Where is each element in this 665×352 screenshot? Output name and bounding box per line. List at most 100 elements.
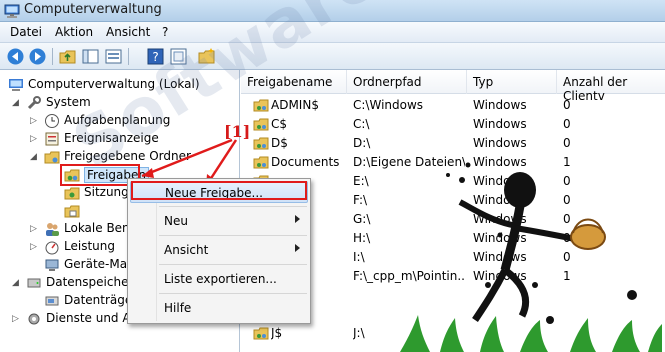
table-row[interactable]: Documents D:\Eigene Dateien\... Windows 1 — [241, 153, 665, 172]
cell-freigabename: D$ — [271, 136, 288, 150]
system-tools-icon — [27, 96, 41, 110]
cell-ordnerpfad: F:\ — [353, 193, 368, 207]
table-row[interactable]: C$ C:\ Windows 0 — [241, 115, 665, 134]
cell-freigabename: Documents — [271, 155, 340, 169]
cell-anzahl: 0 — [563, 174, 571, 188]
cell-typ: Windows — [473, 155, 527, 169]
cell-typ: Windows — [473, 231, 527, 245]
window-title: Computerverwaltung — [24, 2, 162, 17]
menu-help[interactable]: ? — [162, 25, 168, 39]
properties-icon[interactable] — [169, 47, 188, 66]
device-manager-icon — [45, 259, 59, 271]
cell-typ: Windows — [473, 193, 527, 207]
forward-arrow-icon[interactable] — [28, 47, 47, 66]
performance-icon — [45, 241, 59, 255]
share-icon — [253, 118, 269, 131]
column-header-typ[interactable]: Typ — [467, 70, 557, 94]
users-icon — [46, 223, 59, 236]
share-icon — [253, 137, 269, 150]
submenu-arrow-icon — [295, 215, 300, 223]
menu-bar: Datei Aktion Ansicht ? — [0, 22, 665, 43]
svg-text:?: ? — [152, 50, 158, 64]
tree-item-root[interactable]: Computerverwaltung (Lokal) — [0, 76, 239, 94]
menu-separator — [159, 235, 307, 236]
up-folder-icon[interactable] — [58, 47, 77, 66]
table-row[interactable]: D$ D:\ Windows 0 — [241, 134, 665, 153]
menu-item-ansicht[interactable]: Ansicht — [130, 239, 308, 261]
shared-folder-icon — [44, 151, 60, 164]
column-header-anzahl[interactable]: Anzahl der Clientv — [557, 70, 665, 103]
expand-arrow-icon[interactable]: ▷ — [30, 134, 38, 144]
menu-separator — [159, 264, 307, 265]
cell-ordnerpfad: D:\ — [353, 136, 371, 150]
cell-typ: Windows — [473, 174, 527, 188]
tree-item-system[interactable]: ◢ System — [0, 94, 239, 112]
cell-ordnerpfad: C:\ — [353, 117, 370, 131]
help-icon[interactable]: ? — [146, 47, 165, 66]
computer-management-icon — [9, 79, 23, 91]
cell-anzahl: 0 — [563, 250, 571, 264]
cell-anzahl: 0 — [563, 136, 571, 150]
table-row[interactable]: ADMIN$ C:\Windows Windows 0 — [241, 96, 665, 115]
menu-item-hilfe[interactable]: Hilfe — [130, 297, 308, 319]
menu-aktion[interactable]: Aktion — [55, 25, 93, 39]
cell-typ: Windows — [473, 212, 527, 226]
submenu-arrow-icon — [295, 244, 300, 252]
cell-anzahl: 0 — [563, 117, 571, 131]
back-arrow-icon[interactable] — [6, 47, 25, 66]
cell-anzahl: 0 — [563, 193, 571, 207]
cell-anzahl: 1 — [563, 269, 571, 283]
cell-typ: Windows — [473, 98, 527, 112]
cell-anzahl: 0 — [563, 212, 571, 226]
cell-ordnerpfad: G:\ — [353, 212, 371, 226]
cell-freigabename: ADMIN$ — [271, 98, 319, 112]
event-viewer-icon — [45, 132, 59, 146]
expand-arrow-icon[interactable]: ▷ — [30, 224, 38, 234]
expand-arrow-icon[interactable]: ▷ — [30, 242, 38, 252]
cell-typ: Windows — [473, 136, 527, 150]
expand-arrow-icon[interactable]: ▷ — [30, 116, 38, 126]
computer-management-icon — [4, 4, 20, 18]
highlight-neue-freigabe — [131, 181, 307, 200]
cell-freigabename: C$ — [271, 117, 288, 131]
sessions-icon — [64, 187, 80, 200]
cell-anzahl: 0 — [563, 231, 571, 245]
new-share-icon[interactable] — [197, 47, 216, 66]
menu-ansicht[interactable]: Ansicht — [106, 25, 150, 39]
show-hide-tree-icon[interactable] — [81, 47, 100, 66]
collapse-arrow-icon[interactable]: ◢ — [12, 98, 20, 108]
disk-management-icon — [45, 296, 59, 306]
cell-ordnerpfad: I:\ — [353, 250, 365, 264]
cell-typ: Windows — [473, 250, 527, 264]
toolbar-separator — [128, 48, 129, 65]
title-bar: Computerverwaltung — [0, 0, 665, 22]
storage-icon — [27, 278, 41, 288]
toolbar-separator — [52, 48, 53, 65]
cell-ordnerpfad: E:\ — [353, 174, 369, 188]
expand-arrow-icon[interactable]: ▷ — [12, 314, 20, 324]
tree-item-aufgabenplanung[interactable]: ▷ Aufgabenplanung — [0, 112, 239, 130]
collapse-arrow-icon[interactable]: ◢ — [30, 152, 38, 162]
clock-icon — [45, 114, 59, 128]
menu-separator — [159, 206, 307, 207]
view-icon[interactable] — [104, 47, 123, 66]
share-icon — [253, 156, 269, 169]
menu-datei[interactable]: Datei — [10, 25, 42, 39]
menu-item-neu[interactable]: Neu — [130, 210, 308, 232]
cell-anzahl: 1 — [563, 155, 571, 169]
tree-item-ereignisanzeige[interactable]: ▷ Ereignisanzeige — [0, 130, 239, 148]
share-icon — [253, 99, 269, 112]
column-header-freigabename[interactable]: Freigabename — [241, 70, 347, 94]
cell-typ: Windows — [473, 117, 527, 131]
menu-item-liste-exportieren[interactable]: Liste exportieren... — [130, 268, 308, 290]
open-files-icon — [64, 205, 80, 218]
cell-typ: Windows — [473, 269, 527, 283]
collapse-arrow-icon[interactable]: ◢ — [12, 278, 20, 288]
services-icon — [28, 313, 40, 325]
table-row[interactable]: J$ J:\ — [241, 324, 665, 343]
cell-ordnerpfad: F:\_cpp_m\Pointin... — [353, 269, 465, 283]
cell-ordnerpfad: J:\ — [353, 326, 365, 340]
toolbar: ? — [0, 43, 665, 70]
list-header: Freigabename Ordnerpfad Typ Anzahl der C… — [241, 70, 665, 103]
column-header-ordnerpfad[interactable]: Ordnerpfad — [347, 70, 467, 94]
